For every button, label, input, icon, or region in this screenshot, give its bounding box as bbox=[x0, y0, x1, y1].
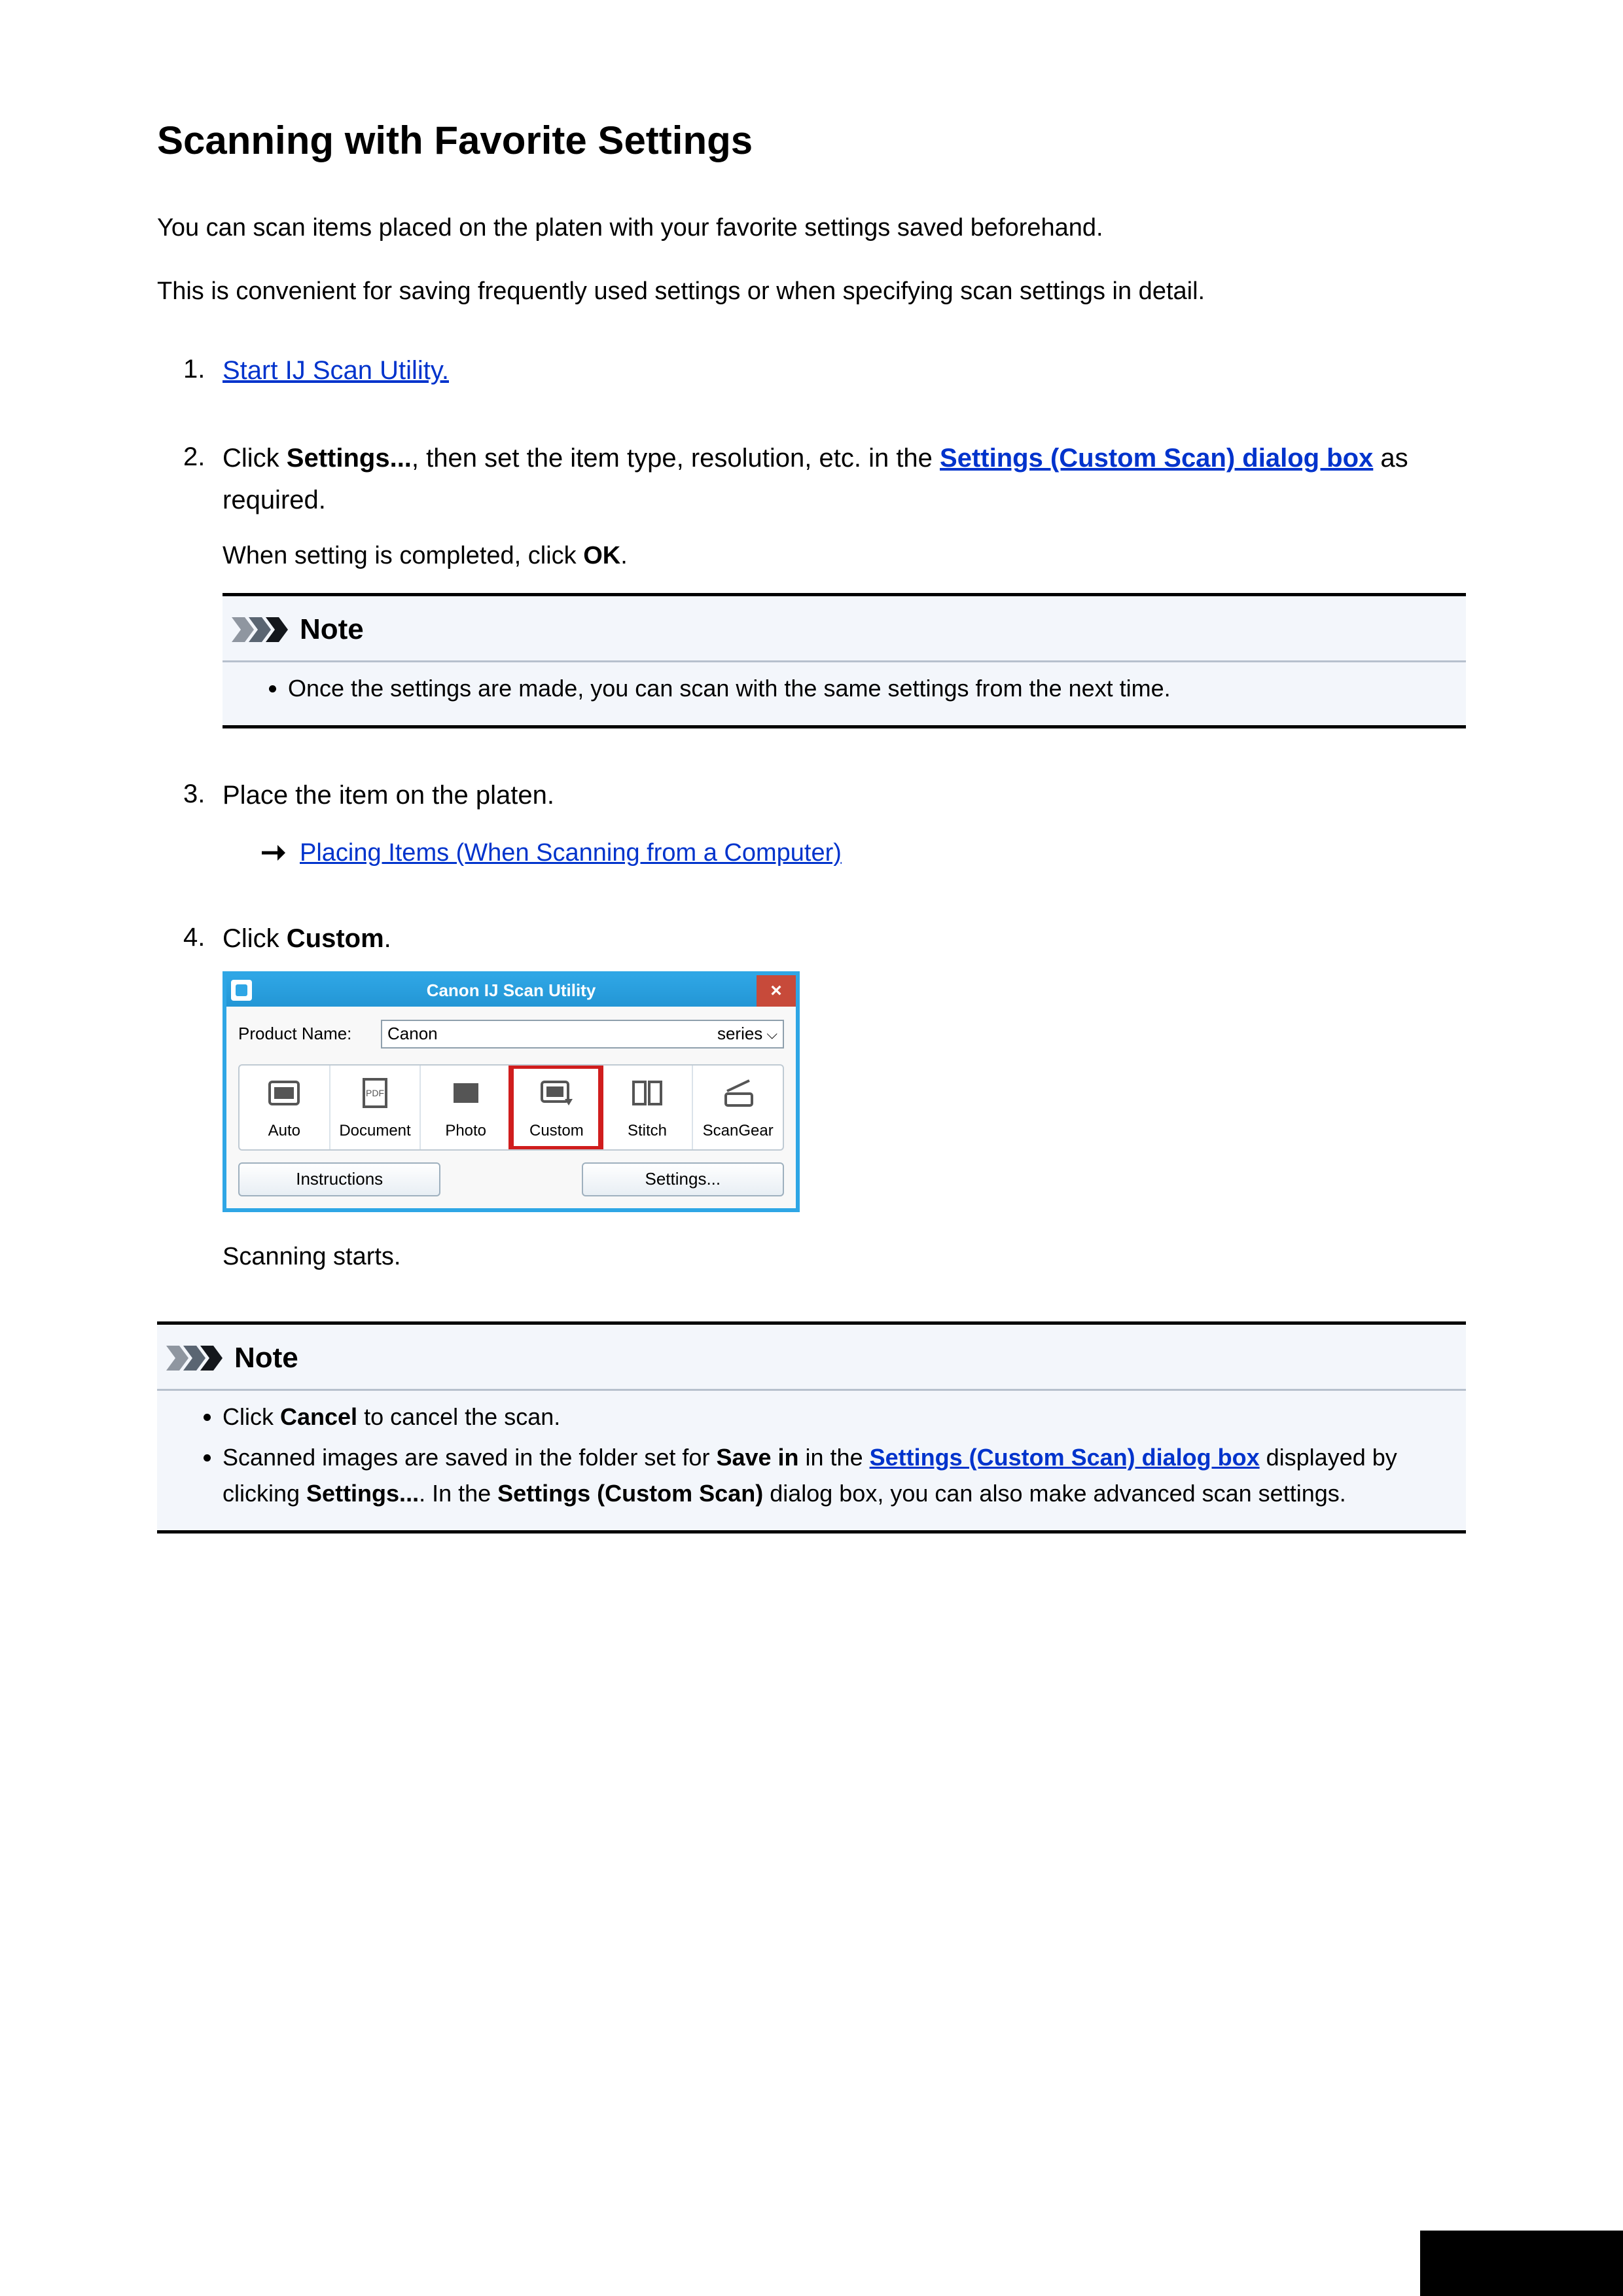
custom-button[interactable]: Custom bbox=[510, 1066, 601, 1149]
titlebar: Canon IJ Scan Utility × bbox=[226, 975, 796, 1007]
note-box-1: Note Once the settings are made, you can… bbox=[223, 593, 1466, 728]
step-2-text-a: Click bbox=[223, 444, 287, 473]
stitch-label: Stitch bbox=[628, 1119, 667, 1143]
step-2-detail-ok: OK bbox=[583, 542, 620, 569]
intro-text-2: This is convenient for saving frequently… bbox=[157, 273, 1466, 310]
custom-icon bbox=[537, 1073, 576, 1113]
step-1: 1. Start IJ Scan Utility. bbox=[157, 350, 1466, 391]
start-ij-scan-utility-link[interactable]: Start IJ Scan Utility. bbox=[223, 356, 449, 385]
product-name-value-right: series bbox=[717, 1021, 762, 1047]
n2i2-b3: Settings (Custom Scan) bbox=[497, 1480, 763, 1507]
n2i2-b1: Save in bbox=[716, 1444, 798, 1471]
product-name-label: Product Name: bbox=[238, 1021, 369, 1047]
note-box-2: Note Click Cancel to cancel the scan. Sc… bbox=[157, 1321, 1466, 1534]
note-2-item-1: Click Cancel to cancel the scan. bbox=[223, 1399, 1466, 1435]
scangear-icon bbox=[719, 1073, 758, 1113]
step-4-post: . bbox=[384, 924, 391, 953]
document-label: Document bbox=[339, 1119, 410, 1143]
step-2: 2. Click Settings..., then set the item … bbox=[157, 437, 1466, 728]
n2i2-link: Settings (Custom Scan) dialog box bbox=[870, 1444, 1260, 1471]
page-title: Scanning with Favorite Settings bbox=[157, 111, 1466, 170]
step-1-number: 1. bbox=[183, 350, 205, 389]
step-3: 3. Place the item on the platen. Placing… bbox=[157, 774, 1466, 872]
auto-icon bbox=[264, 1073, 304, 1113]
step-4-pre: Click bbox=[223, 924, 287, 953]
settings-custom-scan-link-2[interactable]: Settings (Custom Scan) dialog box bbox=[870, 1444, 1260, 1471]
n2i2-p3: dialog box, you can also make advanced s… bbox=[763, 1480, 1346, 1507]
close-icon[interactable]: × bbox=[757, 975, 796, 1007]
auto-button[interactable]: Auto bbox=[240, 1066, 329, 1149]
tool-row: Auto PDF Document Photo bbox=[238, 1064, 784, 1151]
note-1-item: Once the settings are made, you can scan… bbox=[288, 670, 1466, 707]
intro-text-1: You can scan items placed on the platen … bbox=[157, 209, 1466, 247]
step-4-custom-word: Custom bbox=[287, 924, 384, 953]
n2i2-p2: . In the bbox=[419, 1480, 497, 1507]
scangear-label: ScanGear bbox=[703, 1119, 774, 1143]
step-3-text: Place the item on the platen. bbox=[223, 781, 554, 810]
n2i2-mid: in the bbox=[799, 1444, 870, 1471]
scangear-button[interactable]: ScanGear bbox=[692, 1066, 783, 1149]
step-2-settings-word: Settings... bbox=[287, 444, 412, 473]
ij-scan-utility-window: Canon IJ Scan Utility × Product Name: Ca… bbox=[223, 971, 800, 1212]
step-3-number: 3. bbox=[183, 774, 205, 814]
step-2-number: 2. bbox=[183, 437, 205, 476]
settings-button[interactable]: Settings... bbox=[582, 1162, 784, 1196]
n2i2-a: Scanned images are saved in the folder s… bbox=[223, 1444, 716, 1471]
settings-custom-scan-link[interactable]: Settings (Custom Scan) dialog box bbox=[940, 444, 1373, 473]
stitch-button[interactable]: Stitch bbox=[601, 1066, 692, 1149]
placing-items-link[interactable]: Placing Items (When Scanning from a Comp… bbox=[300, 834, 842, 872]
step-4-number: 4. bbox=[183, 918, 205, 957]
chevrons-icon bbox=[166, 1346, 225, 1371]
photo-icon bbox=[446, 1073, 486, 1113]
step-2-detail-pre: When setting is completed, click bbox=[223, 542, 583, 569]
custom-label: Custom bbox=[529, 1119, 584, 1143]
chevron-down-icon: ⌵ bbox=[766, 1023, 777, 1045]
svg-text:PDF: PDF bbox=[366, 1088, 384, 1098]
app-icon bbox=[231, 980, 252, 1001]
photo-button[interactable]: Photo bbox=[419, 1066, 510, 1149]
stitch-icon bbox=[628, 1073, 667, 1113]
window-title: Canon IJ Scan Utility bbox=[427, 978, 596, 1003]
note-2-label: Note bbox=[234, 1336, 298, 1380]
note-2-item-2: Scanned images are saved in the folder s… bbox=[223, 1439, 1466, 1513]
product-name-select[interactable]: Canon series ⌵ bbox=[381, 1020, 784, 1049]
page-corner-badge bbox=[1420, 2231, 1623, 2296]
step-2-text-b: , then set the item type, resolution, et… bbox=[412, 444, 940, 473]
step-2-detail-post: . bbox=[620, 542, 628, 569]
step-4: 4. Click Custom. Canon IJ Scan Utility ×… bbox=[157, 918, 1466, 1276]
note-2-i1-post: to cancel the scan. bbox=[357, 1403, 560, 1430]
note-1-label: Note bbox=[300, 608, 364, 651]
product-name-value-left: Canon bbox=[387, 1021, 438, 1047]
note-2-i1-pre: Click bbox=[223, 1403, 280, 1430]
instructions-button[interactable]: Instructions bbox=[238, 1162, 440, 1196]
document-icon: PDF bbox=[355, 1073, 395, 1113]
step-4-after: Scanning starts. bbox=[223, 1238, 1466, 1276]
arrow-right-icon bbox=[262, 844, 285, 862]
settings-custom-scan-link-text: Settings (Custom Scan) dialog box bbox=[940, 444, 1373, 473]
note-2-i1-bold: Cancel bbox=[280, 1403, 357, 1430]
document-button[interactable]: PDF Document bbox=[329, 1066, 420, 1149]
photo-label: Photo bbox=[445, 1119, 486, 1143]
n2i2-b2: Settings... bbox=[306, 1480, 419, 1507]
auto-label: Auto bbox=[268, 1119, 300, 1143]
chevrons-icon bbox=[232, 617, 291, 642]
